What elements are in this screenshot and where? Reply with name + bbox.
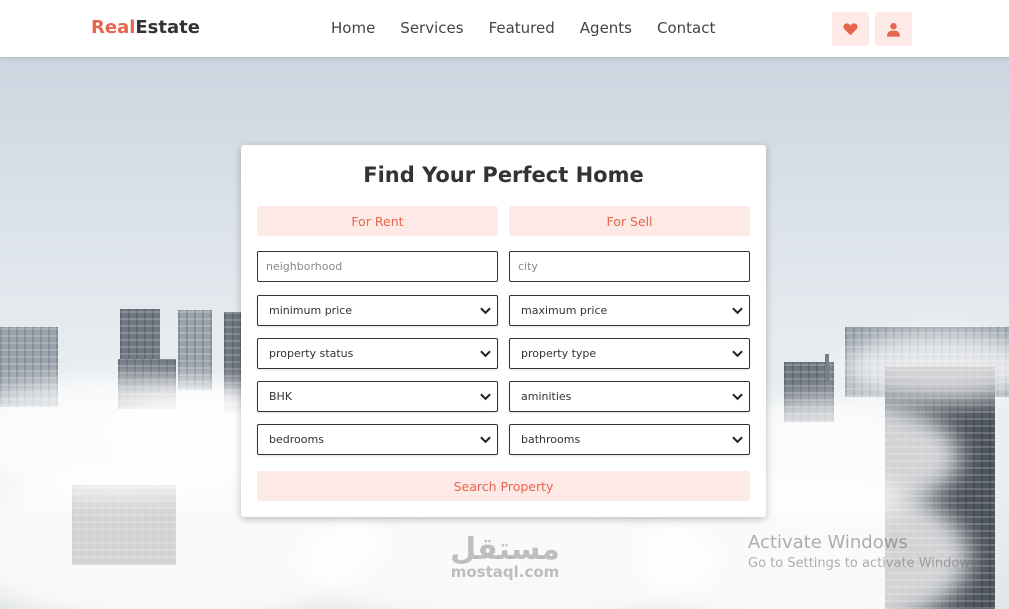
windows-activation-notice: Activate Windows Go to Settings to activ… (748, 532, 981, 571)
chevron-down-icon (480, 350, 491, 357)
amenities-select[interactable]: aminities (509, 381, 750, 412)
search-title: Find Your Perfect Home (363, 163, 644, 187)
bedrooms-value: bedrooms (269, 433, 324, 446)
property-type-select[interactable]: property type (509, 338, 750, 369)
neighborhood-placeholder: neighborhood (266, 260, 343, 273)
bathrooms-value: bathrooms (521, 433, 581, 446)
neighborhood-input[interactable]: neighborhood (257, 251, 498, 282)
account-button[interactable] (875, 12, 912, 46)
favorites-button[interactable] (832, 12, 869, 46)
user-icon (887, 22, 900, 37)
activation-subtitle: Go to Settings to activate Windows. (748, 556, 981, 571)
nav-featured[interactable]: Featured (489, 19, 555, 37)
heart-icon (843, 23, 858, 36)
property-status-select[interactable]: property status (257, 338, 498, 369)
city-input[interactable]: city (509, 251, 750, 282)
nav-home[interactable]: Home (331, 19, 375, 37)
tab-for-sell[interactable]: For Sell (509, 206, 750, 236)
maximum-price-value: maximum price (521, 304, 608, 317)
chevron-down-icon (480, 307, 491, 314)
brand-logo-accent: Real (91, 17, 136, 38)
navbar: RealEstate Home Services Featured Agents… (0, 0, 1009, 57)
chevron-down-icon (480, 393, 491, 400)
chevron-down-icon (480, 436, 491, 443)
bhk-select[interactable]: BHK (257, 381, 498, 412)
watermark-latin: mostaql.com (450, 563, 560, 581)
minimum-price-value: minimum price (269, 304, 353, 317)
brand-logo[interactable]: RealEstate (91, 17, 200, 38)
chevron-down-icon (732, 307, 743, 314)
main-nav: Home Services Featured Agents Contact (331, 19, 715, 37)
search-property-button[interactable]: Search Property (257, 471, 750, 501)
brand-logo-main: Estate (135, 17, 200, 38)
bedrooms-select[interactable]: bedrooms (257, 424, 498, 455)
bhk-value: BHK (269, 390, 293, 403)
nav-agents[interactable]: Agents (580, 19, 632, 37)
nav-services[interactable]: Services (400, 19, 463, 37)
property-status-value: property status (269, 347, 354, 360)
chevron-down-icon (732, 436, 743, 443)
amenities-value: aminities (521, 390, 572, 403)
maximum-price-select[interactable]: maximum price (509, 295, 750, 326)
property-type-value: property type (521, 347, 597, 360)
minimum-price-select[interactable]: minimum price (257, 295, 498, 326)
chevron-down-icon (732, 393, 743, 400)
bathrooms-select[interactable]: bathrooms (509, 424, 750, 455)
city-placeholder: city (518, 260, 538, 273)
tab-for-rent[interactable]: For Rent (257, 206, 498, 236)
chevron-down-icon (732, 350, 743, 357)
property-search-card: Find Your Perfect Home For Rent For Sell… (241, 145, 766, 517)
activation-title: Activate Windows (748, 532, 908, 553)
watermark-arabic: مستقل (450, 532, 560, 567)
mostaql-watermark: مستقل mostaql.com (441, 532, 569, 582)
nav-contact[interactable]: Contact (657, 19, 715, 37)
